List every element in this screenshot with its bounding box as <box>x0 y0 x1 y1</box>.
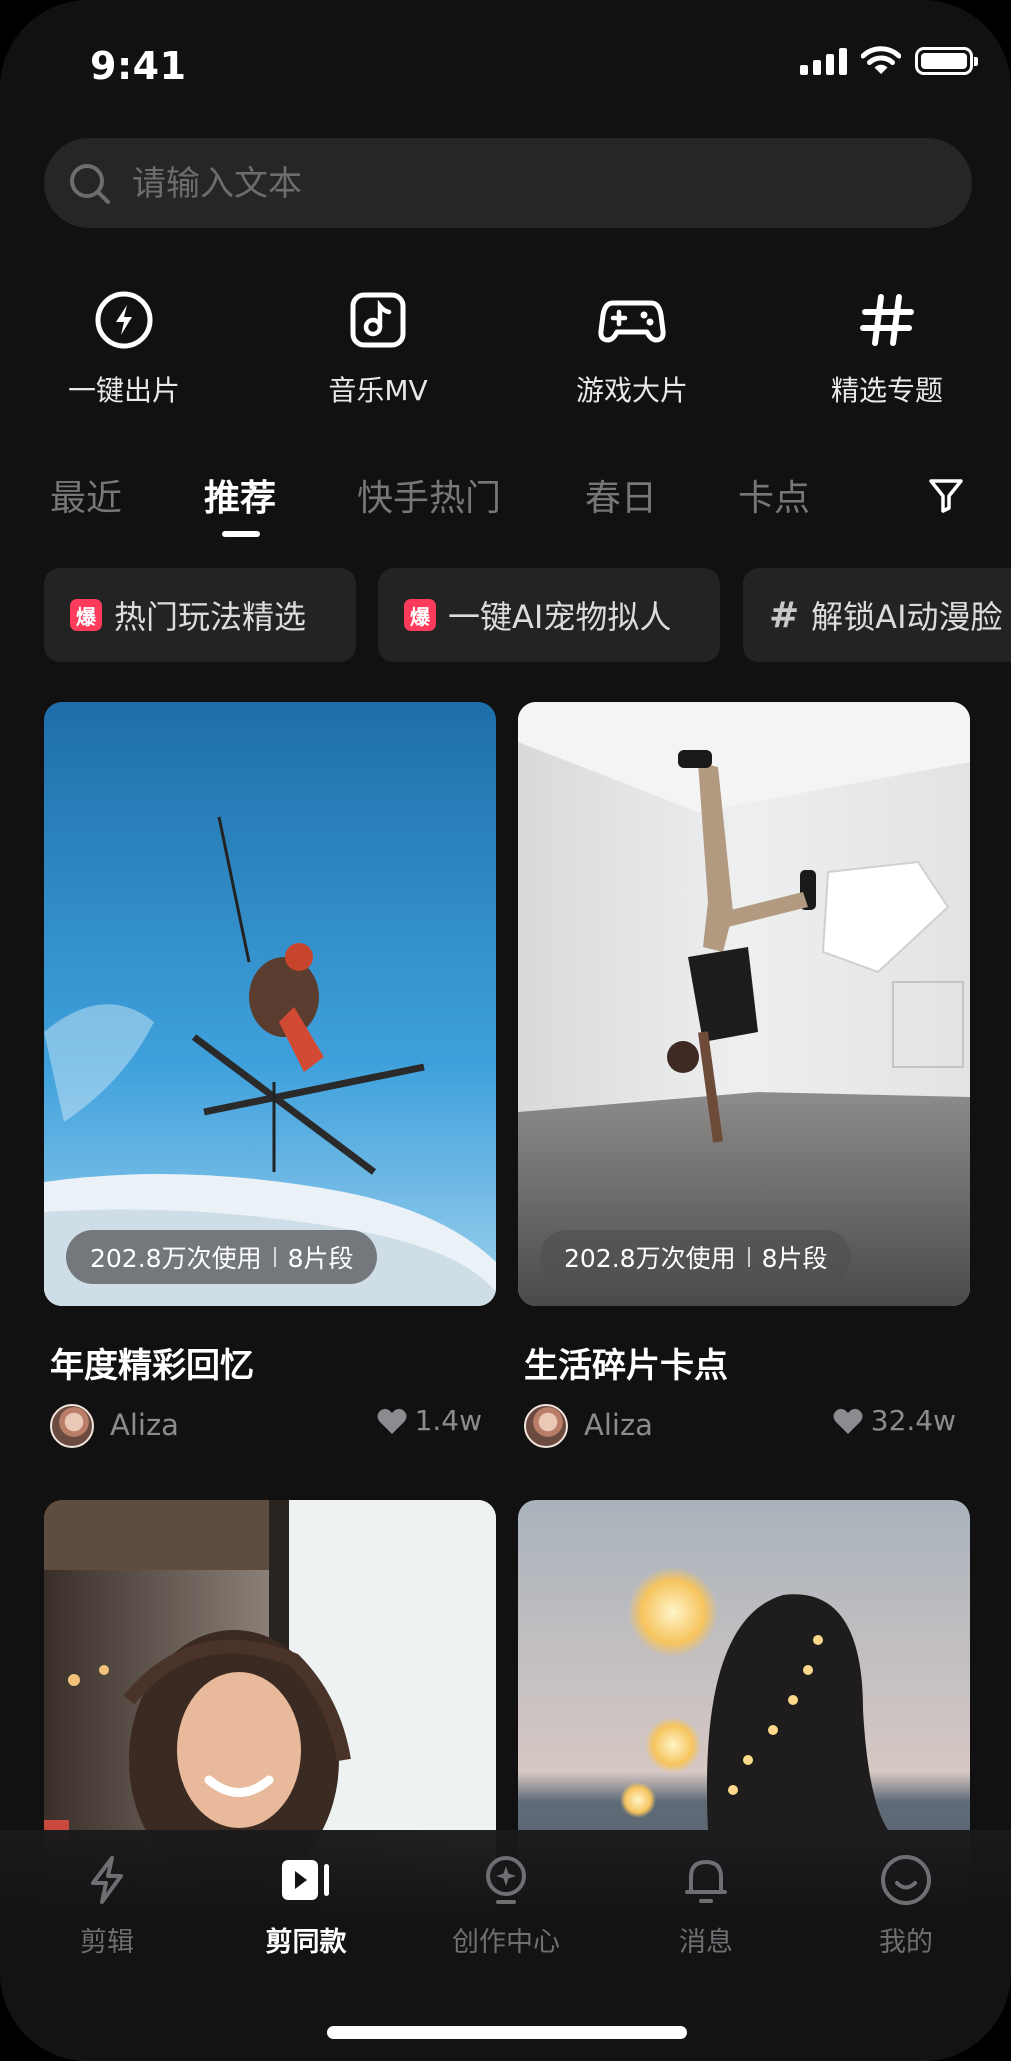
usage-badge: 202.8万次使用 8片段 <box>66 1230 378 1284</box>
lightning-circle-icon <box>95 291 153 349</box>
quick-action-label: 音乐MV <box>328 374 428 407</box>
play-template-icon <box>282 1860 329 1900</box>
tab-recent[interactable]: 最近 <box>50 469 122 521</box>
quick-action-one-click[interactable]: 一键出片 <box>24 285 224 409</box>
chip-ai-pet[interactable]: 爆 一键AI宠物拟人 <box>378 568 720 662</box>
cellular-signal-icon <box>800 47 847 75</box>
phone-screen: 9:41 一键出片 <box>0 0 1011 2061</box>
likes-count: 32.4w <box>870 1404 956 1437</box>
quick-action-label: 精选专题 <box>830 374 943 407</box>
tab-recommended[interactable]: 推荐 <box>204 469 276 521</box>
hot-badge: 爆 <box>404 599 436 631</box>
quick-action-game[interactable]: 游戏大片 <box>532 285 732 409</box>
category-tabs: 最近 推荐 快手热门 春日 卡点 <box>0 455 1011 545</box>
nav-item-creator-center[interactable]: 创作中心 <box>426 1852 586 1959</box>
likes[interactable]: 32.4w <box>833 1404 956 1437</box>
chip-hot-picks[interactable]: 爆 热门玩法精选 <box>44 568 356 662</box>
nav-label: 创作中心 <box>452 1927 560 1958</box>
tabs-fade <box>860 455 920 545</box>
usage-badge: 202.8万次使用 8片段 <box>540 1230 852 1284</box>
search-input[interactable] <box>130 138 934 230</box>
home-indicator[interactable] <box>327 2026 687 2039</box>
template-card[interactable]: 202.8万次使用 8片段 年度精彩回忆 Aliza 1.4w <box>44 702 496 1448</box>
divider <box>747 1247 750 1267</box>
nav-item-profile[interactable]: 我的 <box>826 1852 986 1959</box>
status-time: 9:41 <box>90 44 187 88</box>
nav-label: 我的 <box>879 1927 933 1958</box>
nav-item-edit[interactable]: 剪辑 <box>27 1852 187 1959</box>
likes-count: 1.4w <box>414 1404 482 1437</box>
card-meta: Aliza 32.4w <box>524 1402 960 1452</box>
quick-action-label: 游戏大片 <box>575 374 688 407</box>
bulb-star-icon <box>486 1856 526 1904</box>
nav-item-templates[interactable]: 剪同款 <box>226 1852 386 1959</box>
hot-badge: 爆 <box>70 599 102 631</box>
nav-label: 剪同款 <box>265 1927 347 1958</box>
tab-beat-sync[interactable]: 卡点 <box>738 469 810 521</box>
heart-icon <box>377 1408 407 1434</box>
filter-icon[interactable] <box>926 475 966 515</box>
card-title: 生活碎片卡点 <box>524 1346 728 1386</box>
likes[interactable]: 1.4w <box>377 1404 482 1437</box>
lightning-icon <box>91 1856 123 1904</box>
active-tab-indicator <box>222 531 260 537</box>
search-icon <box>70 164 110 204</box>
hashtag-icon: # <box>769 594 800 636</box>
wifi-icon <box>861 46 901 74</box>
card-title: 年度精彩回忆 <box>50 1346 254 1386</box>
status-bar: 9:41 <box>0 0 1011 130</box>
quick-actions: 一键出片 音乐MV 游戏大片 精选专题 <box>0 285 1011 425</box>
status-icons <box>800 46 978 76</box>
heart-icon <box>833 1408 863 1434</box>
quick-action-label: 一键出片 <box>67 374 180 407</box>
author-name[interactable]: Aliza <box>584 1408 653 1442</box>
usage-count: 202.8万次使用 <box>90 1244 262 1273</box>
author-name[interactable]: Aliza <box>110 1408 179 1442</box>
quick-action-featured-topic[interactable]: 精选专题 <box>787 285 987 409</box>
music-note-icon <box>350 292 406 348</box>
nav-label: 消息 <box>679 1927 733 1958</box>
bell-icon <box>685 1860 727 1903</box>
template-card[interactable]: 202.8万次使用 8片段 生活碎片卡点 Aliza 32.4w <box>518 702 970 1448</box>
handstand-dancer-photo: 202.8万次使用 8片段 <box>518 702 970 1306</box>
smiley-icon <box>881 1855 931 1905</box>
battery-icon <box>915 47 978 75</box>
avatar[interactable] <box>50 1404 94 1448</box>
search-bar[interactable] <box>44 138 972 230</box>
chip-label: 热门玩法精选 <box>114 598 307 636</box>
segment-count: 8片段 <box>761 1244 828 1273</box>
card-meta: Aliza 1.4w <box>50 1402 486 1452</box>
gamepad-icon <box>598 300 666 343</box>
nav-label: 剪辑 <box>80 1927 134 1958</box>
chip-label: 解锁AI动漫脸 <box>811 598 1003 636</box>
nav-item-messages[interactable]: 消息 <box>626 1852 786 1959</box>
segment-count: 8片段 <box>287 1244 354 1273</box>
chip-label: 一键AI宠物拟人 <box>448 598 672 636</box>
tab-kuaishou-hot[interactable]: 快手热门 <box>357 469 501 521</box>
usage-count: 202.8万次使用 <box>564 1244 736 1273</box>
tab-spring[interactable]: 春日 <box>585 469 657 521</box>
topic-chips: 爆 热门玩法精选 爆 一键AI宠物拟人 # 解锁AI动漫脸 <box>0 568 1011 662</box>
skier-jumping-photo: 202.8万次使用 8片段 <box>44 702 496 1306</box>
chip-ai-anime[interactable]: # 解锁AI动漫脸 <box>743 568 1011 662</box>
hashtag-icon <box>860 294 914 346</box>
quick-action-music-mv[interactable]: 音乐MV <box>278 285 478 409</box>
divider <box>273 1247 276 1267</box>
avatar[interactable] <box>524 1404 568 1448</box>
